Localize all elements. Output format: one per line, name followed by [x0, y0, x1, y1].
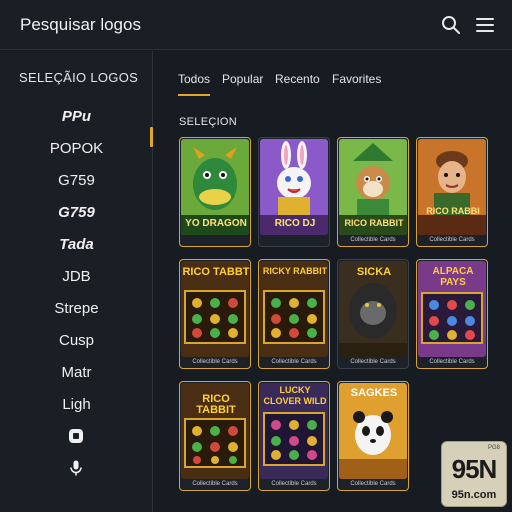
sidebar-scroll-indicator[interactable] [150, 127, 153, 147]
card-title: RICO TABBIT [196, 393, 236, 416]
card-title: LUCKY CLOVER WILD [263, 385, 327, 406]
top-bar: Pesquisar logos [0, 0, 512, 50]
sidebar-item-tada[interactable]: Tada [0, 233, 153, 257]
page-title: Pesquisar logos [20, 15, 141, 34]
card-label: Collectible Cards [192, 359, 238, 365]
game-card[interactable]: RICO TABBT Collectible Cards [179, 259, 251, 369]
tab-recento[interactable]: Recento [275, 72, 320, 86]
card-label: Collectible Cards [271, 481, 317, 487]
game-card[interactable]: ALPACA PAYS Collectible Cards [416, 259, 488, 369]
tab-todos[interactable]: Todos [178, 72, 210, 86]
game-card[interactable]: RICO TABBIT Collectible Cards [179, 381, 251, 491]
sidebar-item-ligh[interactable]: Ligh [0, 393, 153, 417]
sidebar-item-strepe[interactable]: Strepe [0, 297, 153, 321]
card-label: Collectible Cards [350, 359, 396, 365]
card-label: Collectible Cards [192, 481, 238, 487]
sidebar-item-cusp[interactable]: Cusp [0, 329, 153, 353]
card-label: Collectible Cards [350, 481, 396, 487]
game-card[interactable]: RICO RABBI Collectible Cards [416, 137, 488, 247]
card-label: Collectible Cards [271, 359, 317, 365]
tab-favorites[interactable]: Favorites [332, 72, 381, 86]
watermark-badge: PG8 95N 95n.com [441, 441, 507, 507]
card-label [259, 235, 329, 245]
game-card[interactable]: SAGKES Collectible Cards [337, 381, 409, 491]
card-title: RICO TABBT [182, 266, 250, 278]
sidebar-item-g759-logo[interactable]: G759 [0, 201, 153, 225]
game-card[interactable]: RICO DJ [258, 137, 330, 247]
card-title: ALPACA PAYS [432, 266, 474, 288]
badge-url: 95n.com [451, 489, 497, 501]
card-title: YO DRAGON [185, 218, 247, 229]
sidebar-item-ppu[interactable]: PPu [0, 105, 153, 129]
badge-logo-text: 95N [451, 454, 498, 484]
game-card[interactable]: YO DRAGON [179, 137, 251, 247]
active-tab-indicator [178, 94, 210, 96]
sidebar-item-popok[interactable]: POPOK [0, 137, 153, 161]
game-card[interactable]: SICKA Collectible Cards [337, 259, 409, 369]
microphone-icon[interactable] [67, 459, 85, 477]
card-label: Collectible Cards [350, 237, 396, 243]
card-artwork [418, 139, 486, 235]
sidebar: SELEÇÃIO LOGOS PPu POPOK G759 G759 Tada … [0, 51, 153, 512]
card-label: Collectible Cards [429, 237, 475, 243]
card-title: SAGKES [350, 387, 398, 399]
card-title: SICKA [356, 266, 392, 278]
menu-icon[interactable] [474, 14, 496, 36]
square-circle-icon[interactable] [67, 427, 85, 445]
card-title: RICO RABBIT [344, 218, 404, 228]
tab-popular[interactable]: Popular [222, 72, 263, 86]
sidebar-item-g759[interactable]: G759 [0, 169, 153, 193]
badge-small-text: PG8 [487, 445, 500, 451]
section-title: SELEÇION [179, 116, 238, 128]
sidebar-item-matr[interactable]: Matr [0, 361, 153, 385]
game-card[interactable]: LUCKY CLOVER WILD Collectible Cards [258, 381, 330, 491]
card-label [180, 235, 250, 245]
game-card[interactable]: RICKY RABBIT Collectible Cards [258, 259, 330, 369]
card-title: RICKY RABBIT [262, 266, 328, 276]
game-card[interactable]: RICO RABBIT Collectible Cards [337, 137, 409, 247]
card-title: RICO DJ [274, 218, 316, 229]
card-label: Collectible Cards [429, 359, 475, 365]
search-icon[interactable] [440, 14, 462, 36]
card-title: RICO RABBI [426, 206, 480, 216]
sidebar-item-jdb[interactable]: JDB [0, 265, 153, 289]
sidebar-heading: SELEÇÃIO LOGOS [19, 70, 139, 85]
